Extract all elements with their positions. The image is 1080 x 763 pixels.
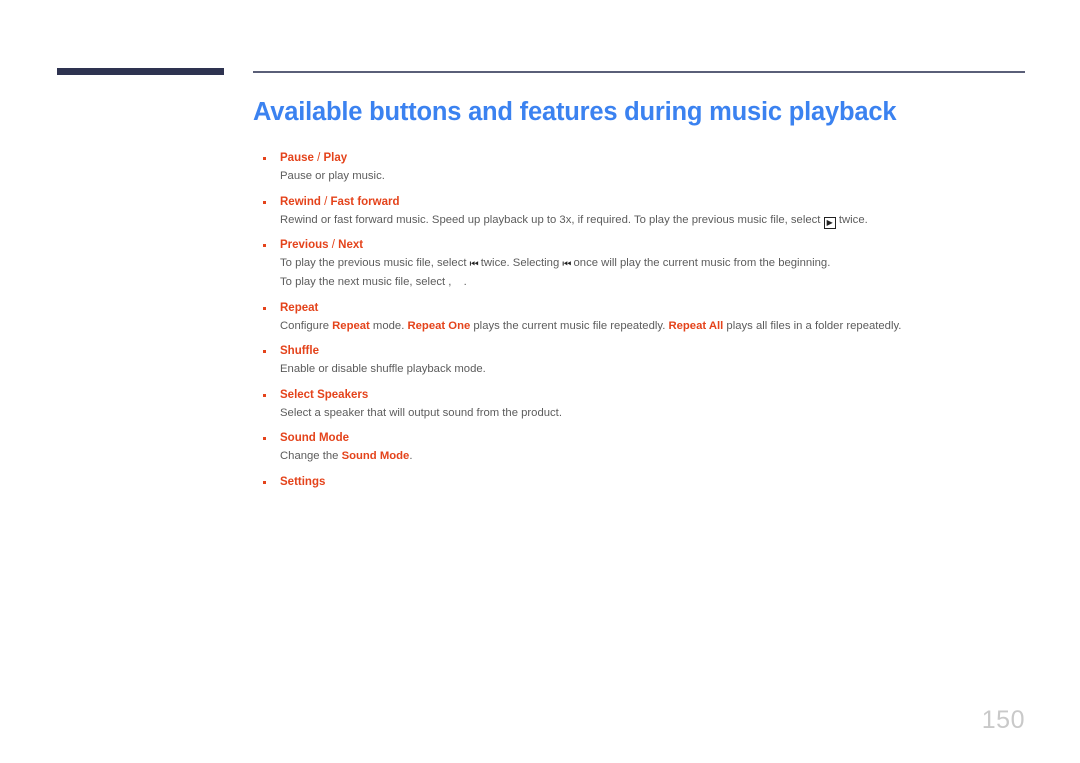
feature-label-primary: Previous (280, 239, 329, 251)
page-number: 150 (981, 706, 1025, 734)
feature-description-repeat: Configure Repeat mode. Repeat One plays … (258, 317, 1028, 336)
feature-item-settings: Settings (258, 474, 1028, 491)
bullet-icon (263, 480, 266, 484)
feature-label-primary: Repeat (280, 301, 319, 314)
feature-label-primary: Rewind (280, 195, 321, 208)
feature-description-shuffle: Enable or disable shuffle playback mode. (280, 363, 486, 375)
inline-term-repeat: Repeat (332, 319, 370, 332)
feature-description-sound-mode: Change the Sound Mode. (258, 447, 1028, 466)
bullet-icon (263, 437, 266, 440)
feature-description-previous-next-line1: To play the previous music file, select … (258, 254, 1028, 273)
feature-item-repeat: Repeat Configure Repeat mode. Repeat One… (258, 300, 1028, 336)
inline-term-sound-mode: Sound Mode (341, 450, 410, 462)
feature-item-shuffle: Shuffle Enable or disable shuffle playba… (258, 343, 1028, 379)
description-text-segment: . (463, 276, 467, 288)
header-thin-rule (253, 71, 1025, 73)
feature-label-secondary: Play (323, 152, 348, 164)
description-text-segment: Change the (280, 450, 342, 462)
feature-description-rewind-fast-forward: Rewind or fast forward music. Speed up p… (258, 211, 1028, 230)
feature-heading-repeat: Repeat (258, 300, 1028, 317)
header-thick-rule (57, 68, 224, 75)
header-decoration (0, 0, 1080, 90)
description-text-segment: Rewind or fast forward music. Speed up p… (280, 213, 824, 226)
feature-item-pause-play: Pause / Play Pause or play music. (258, 150, 1028, 186)
feature-label-primary: Pause (280, 152, 314, 164)
feature-heading-rewind-fast-forward: Rewind / Fast forward (258, 194, 1028, 211)
manual-page: Available buttons and features during mu… (0, 0, 1080, 763)
previous-track-icon: ⏮ (469, 259, 479, 270)
feature-item-rewind-fast-forward: Rewind / Fast forward Rewind or fast for… (258, 194, 1028, 230)
feature-label-separator: / (328, 239, 339, 251)
description-text-segment: twice. Selecting (477, 257, 563, 269)
description-text-segment: . (409, 450, 413, 462)
description-text-segment: To play the next music file, select , (280, 276, 455, 288)
feature-heading-previous-next: Previous / Next (258, 237, 1028, 254)
feature-description-select-speakers: Select a speaker that will output sound … (280, 406, 562, 419)
feature-heading-sound-mode: Sound Mode (258, 430, 1028, 447)
feature-description-previous-next-line2: To play the next music file, select , . (258, 273, 1028, 292)
feature-list: Pause / Play Pause or play music. Rewind… (258, 150, 1028, 491)
bullet-icon (263, 200, 266, 204)
feature-label-primary: Shuffle (280, 345, 319, 357)
feature-heading-settings: Settings (258, 474, 1028, 491)
description-text-segment: mode. (369, 319, 408, 332)
feature-label-primary: Sound Mode (280, 432, 349, 444)
inline-term-repeat-all: Repeat All (668, 319, 724, 332)
feature-item-select-speakers: Select Speakers Select a speaker that wi… (258, 387, 1028, 423)
bullet-icon (263, 350, 266, 353)
page-title: Available buttons and features during mu… (253, 98, 897, 126)
feature-heading-pause-play: Pause / Play (258, 150, 1028, 167)
feature-heading-shuffle: Shuffle (258, 343, 1028, 360)
feature-label-secondary: Fast forward (330, 195, 400, 208)
description-text-segment: plays the current music file repeatedly. (470, 319, 669, 332)
bullet-icon (263, 244, 266, 247)
feature-label-primary: Settings (280, 475, 326, 488)
bullet-icon (263, 306, 266, 310)
feature-description-pause-play: Pause or play music. (280, 170, 385, 182)
feature-label-primary: Select Speakers (280, 388, 369, 401)
feature-item-previous-next: Previous / Next To play the previous mus… (258, 237, 1028, 292)
feature-label-secondary: Next (338, 239, 364, 251)
description-text-segment: To play the previous music file, select (280, 257, 470, 269)
description-text-segment: plays all files in a folder repeatedly. (723, 319, 902, 332)
inline-term-repeat-one: Repeat One (407, 319, 471, 332)
bullet-icon (263, 393, 266, 397)
bullet-icon (263, 157, 266, 160)
play-boxed-icon: ▶ (823, 216, 836, 229)
feature-item-sound-mode: Sound Mode Change the Sound Mode. (258, 430, 1028, 466)
feature-heading-select-speakers: Select Speakers (258, 387, 1028, 404)
description-text-segment: twice. (835, 213, 868, 226)
description-text-segment: Configure (280, 319, 333, 332)
description-text-segment: once will play the current music from th… (570, 257, 831, 269)
